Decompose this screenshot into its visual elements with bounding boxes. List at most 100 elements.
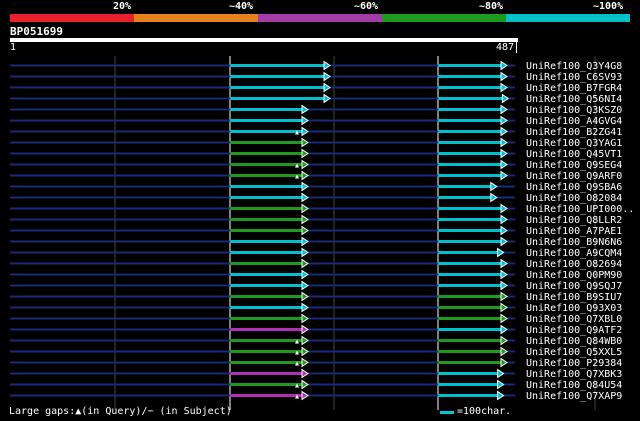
hsp-arrow <box>500 346 508 357</box>
hit-label-link[interactable]: UniRef100_Q3Y4G8 <box>526 61 622 72</box>
hsp-arrow <box>490 181 498 192</box>
hsp-arrow <box>500 170 508 181</box>
color-swatch-orange <box>134 14 258 22</box>
hsp-arrow <box>497 247 505 258</box>
hsp-arrow <box>500 214 508 225</box>
hit-label-link[interactable]: UniRef100_Q45VT1 <box>526 149 622 160</box>
query-ruler <box>10 38 518 42</box>
hit-label-link[interactable]: UniRef100_Q9SQJ7 <box>526 281 622 292</box>
query-title: BP051699 <box>10 25 63 38</box>
hsp-arrow <box>500 104 508 115</box>
hit-label-link[interactable]: UniRef100_Q9SBA6 <box>526 182 622 193</box>
hit-label-link[interactable]: UniRef100_Q84U54 <box>526 380 622 391</box>
color-swatch-magenta <box>258 14 382 22</box>
query-gap-marker <box>295 350 299 355</box>
scale-bar <box>440 411 454 414</box>
hsp-arrow <box>323 93 331 104</box>
ruler-end-tick <box>516 42 517 53</box>
hit-label-link[interactable]: UniRef100_Q9SEG4 <box>526 160 622 171</box>
hit-label-link[interactable]: UniRef100_A7PAE1 <box>526 226 622 237</box>
color-swatch-cyan <box>506 14 630 22</box>
hsp-arrow <box>323 82 331 93</box>
hsp-arrow <box>500 291 508 302</box>
hit-label-link[interactable]: UniRef100_A9CQM4 <box>526 248 622 259</box>
hsp-arrow <box>500 258 508 269</box>
hit-label-link[interactable]: UniRef100_Q0PM90 <box>526 270 622 281</box>
hit-label-link[interactable]: UniRef100_B9N6N6 <box>526 237 622 248</box>
hsp-arrow <box>301 302 309 313</box>
hsp-arrow <box>301 280 309 291</box>
hsp-arrow <box>301 170 309 181</box>
hsp-arrow <box>301 181 309 192</box>
hsp-arrow <box>301 225 309 236</box>
legend-label-60: ~60% <box>354 1 379 12</box>
query-gap-marker <box>295 163 299 168</box>
hsp-arrow <box>500 60 508 71</box>
query-gap-marker <box>295 339 299 344</box>
hsp-arrow <box>301 291 309 302</box>
hsp-arrow <box>500 159 508 170</box>
hit-label-link[interactable]: UniRef100_P29384 <box>526 358 622 369</box>
scale-label: =100char. <box>457 406 512 417</box>
hit-label-link[interactable]: UniRef100_A4GVG4 <box>526 116 622 127</box>
hsp-arrow <box>301 379 309 390</box>
hsp-arrow <box>497 368 505 379</box>
hsp-arrow <box>301 126 309 137</box>
hsp-arrow <box>301 258 309 269</box>
hit-label-link[interactable]: UniRef100_Q9ATF2 <box>526 325 622 336</box>
hsp-arrow <box>301 192 309 203</box>
hit-label-link[interactable]: UniRef100_Q7XBK3 <box>526 369 622 380</box>
hsp-arrow <box>500 313 508 324</box>
hsp-arrow <box>301 313 309 324</box>
hsp-arrow <box>323 60 331 71</box>
hsp-arrow <box>301 104 309 115</box>
hsp-arrow <box>500 115 508 126</box>
hsp-arrow <box>500 269 508 280</box>
hit-label-link[interactable]: UniRef100_Q3YAG1 <box>526 138 622 149</box>
color-swatch-red <box>10 14 134 22</box>
hsp-arrow <box>301 368 309 379</box>
hit-label-link[interactable]: UniRef100_Q7XBL0 <box>526 314 622 325</box>
hsp-arrow <box>301 159 309 170</box>
hit-label-link[interactable]: UniRef100_Q8LLR2 <box>526 215 622 226</box>
hit-label-link[interactable]: UniRef100_Q3KSZ0 <box>526 105 622 116</box>
hit-label-link[interactable]: UniRef100_O82084 <box>526 193 622 204</box>
hsp-arrow <box>500 82 508 93</box>
hit-label-link[interactable]: UniRef100_B9SIU7 <box>526 292 622 303</box>
query-gap-marker <box>295 130 299 135</box>
hit-label-link[interactable]: UniRef100_C6SV93 <box>526 72 622 83</box>
hit-label-link[interactable]: UniRef100_O82694 <box>526 259 622 270</box>
ruler-end-label: 487 <box>496 42 515 53</box>
hit-label-link[interactable]: UniRef100_Q7XAP9 <box>526 391 622 402</box>
hit-label-link[interactable]: UniRef100_Q84WB0 <box>526 336 622 347</box>
hit-label-link[interactable]: UniRef100_UPI000.. <box>526 204 634 215</box>
hsp-arrow <box>301 247 309 258</box>
legend-label-40: ~40% <box>229 1 254 12</box>
hsp-arrow <box>500 302 508 313</box>
hsp-arrow <box>301 115 309 126</box>
hsp-arrow <box>501 93 510 104</box>
hsp-arrow <box>301 357 309 368</box>
hit-label-link[interactable]: UniRef100_Q56NI4 <box>526 94 622 105</box>
hit-label-link[interactable]: UniRef100_Q5XXL5 <box>526 347 622 358</box>
color-swatch-green <box>382 14 506 22</box>
hsp-arrow <box>301 236 309 247</box>
hsp-arrow <box>323 71 331 82</box>
gaps-legend: Large gaps:▲(in Query)/− (in Subject) <box>9 406 232 417</box>
query-gap-marker <box>295 394 299 399</box>
hsp-arrow <box>301 148 309 159</box>
hsp-arrow <box>500 148 508 159</box>
hsp-arrow <box>500 126 508 137</box>
hsp-arrow <box>500 280 508 291</box>
hsp-arrow <box>301 214 309 225</box>
query-gap-marker <box>295 361 299 366</box>
hit-label-link[interactable]: UniRef100_Q93X03 <box>526 303 622 314</box>
hit-label-link[interactable]: UniRef100_B7FGR4 <box>526 83 622 94</box>
hit-label-link[interactable]: UniRef100_B2ZG41 <box>526 127 622 138</box>
hsp-arrow <box>301 203 309 214</box>
hsp-arrow <box>497 390 505 401</box>
hsp-arrow <box>301 269 309 280</box>
hit-label-link[interactable]: UniRef100_Q9ARF0 <box>526 171 622 182</box>
hsp-arrow <box>497 379 505 390</box>
hsp-arrow <box>301 137 309 148</box>
